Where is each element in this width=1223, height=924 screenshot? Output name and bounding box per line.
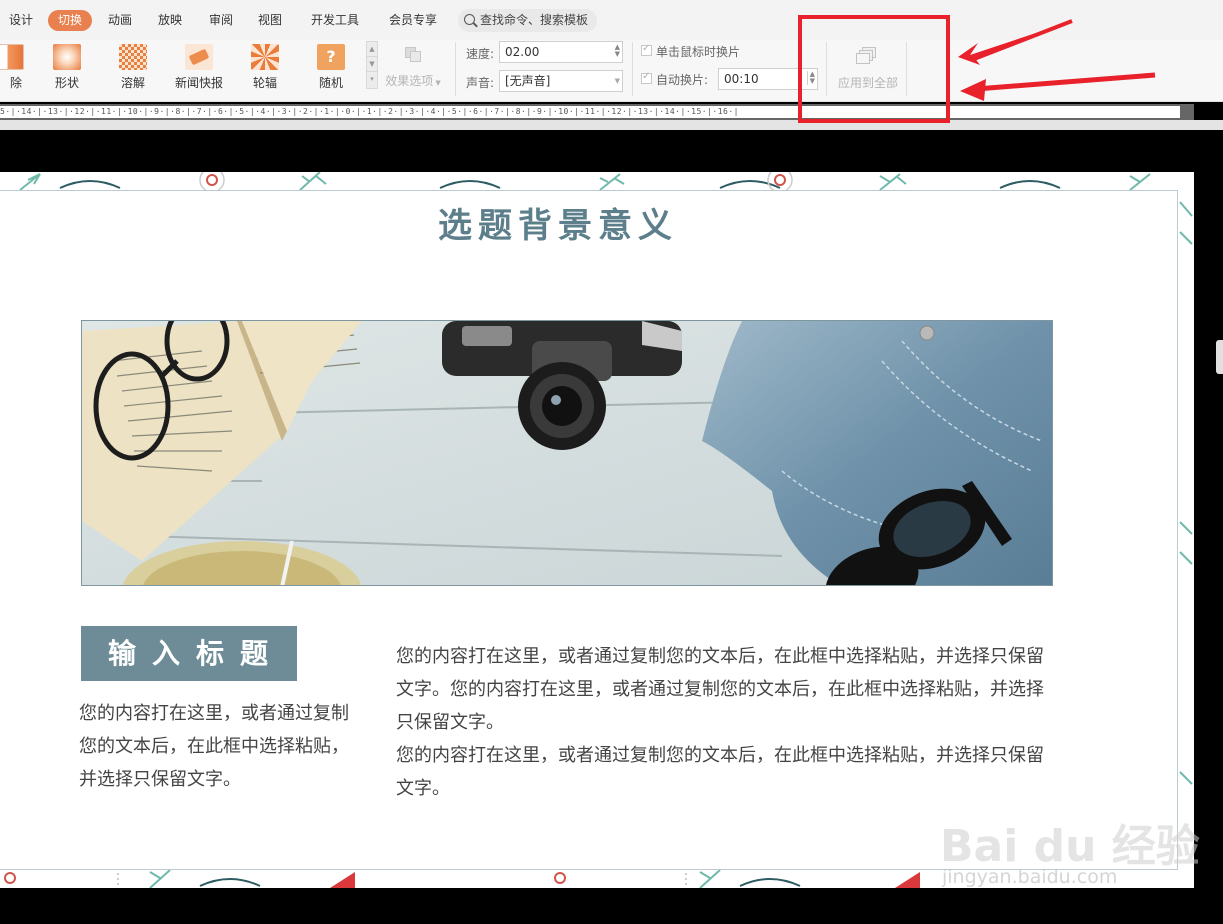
tab-member[interactable]: 会员专享 <box>389 10 437 31</box>
spinner-icon[interactable]: ▲ ▼ <box>615 44 620 58</box>
sound-select[interactable]: [无声音] ▼ <box>499 70 623 92</box>
speed-label: 速度: <box>466 47 495 61</box>
effect-newsflash[interactable]: 新闻快报 <box>169 44 229 96</box>
scroll-down-icon[interactable]: ▼ <box>367 57 377 72</box>
effect-random[interactable]: ? 随机 <box>301 44 361 96</box>
slide-title[interactable]: 选题背景意义 <box>0 198 1116 247</box>
tab-developer[interactable]: 开发工具 <box>311 10 359 31</box>
divider <box>455 42 456 96</box>
side-panel-toggle[interactable] <box>1216 340 1223 374</box>
effect-label: 随机 <box>318 76 343 90</box>
ruler-labels: 5·|·14·|·13·|·12·|·11·|·10·|·9·|·8·|·7·|… <box>0 107 739 116</box>
speed-input[interactable]: 02.00 ▲ ▼ <box>499 41 623 63</box>
tab-transitions[interactable]: 切换 <box>48 10 93 31</box>
effects-gallery-scroll[interactable]: ▲ ▼ ▾ <box>366 41 378 89</box>
tab-design[interactable]: 设计 <box>9 10 33 31</box>
left-body-text[interactable]: 您的内容打在这里，或者通过复制您的文本后，在此框中选择粘贴，并选择只保留文字。 <box>79 697 351 796</box>
canvas-margin <box>0 120 1223 130</box>
watermark-brand: Bai du 经验 <box>940 821 1200 872</box>
command-search-box[interactable]: 查找命令、搜索模板 <box>458 9 597 32</box>
sound-label: 声音: <box>466 76 495 90</box>
auto-advance-checkbox[interactable] <box>641 71 652 84</box>
on-click-label: 单击鼠标时换片 <box>656 45 741 59</box>
highlight-box <box>798 15 950 123</box>
auto-advance-value: 00:10 <box>724 72 759 86</box>
speed-value: 02.00 <box>505 45 540 59</box>
tab-animation[interactable]: 动画 <box>108 10 132 31</box>
sound-value: [无声音] <box>505 74 551 88</box>
effect-wheel[interactable]: 轮辐 <box>235 44 295 96</box>
tab-slideshow[interactable]: 放映 <box>158 10 182 31</box>
dissolve-effect-icon <box>119 44 147 70</box>
right-panel <box>1194 130 1223 890</box>
watermark-url: jingyan.baidu.com <box>942 866 1118 888</box>
tab-review[interactable]: 审阅 <box>209 10 233 31</box>
effect-label: 形状 <box>54 76 79 90</box>
leaf-border-right <box>1179 201 1193 785</box>
search-label: 查找命令、搜索模板 <box>480 13 589 27</box>
gallery-expand-icon[interactable]: ▾ <box>367 72 377 87</box>
effect-options-icon <box>403 44 423 64</box>
subtitle-box[interactable]: 输入标题 <box>81 626 297 681</box>
baidu-watermark: Bai du 经验 jingyan.baidu.com <box>940 790 1200 890</box>
dropdown-arrow-icon: ▼ <box>433 79 441 87</box>
effect-erase[interactable]: 除 <box>0 44 34 96</box>
auto-advance-label: 自动换片: <box>656 73 709 87</box>
wheel-effect-icon <box>251 44 279 70</box>
erase-effect-icon <box>0 44 24 70</box>
slide-canvas[interactable]: 选题背景意义 输入标题 您的内容打在这里，或者通过复制您的文本后，在此框中选择粘… <box>0 172 1194 888</box>
effect-dissolve[interactable]: 溶解 <box>103 44 163 96</box>
scroll-up-icon[interactable]: ▲ <box>367 42 377 57</box>
effect-label: 轮辐 <box>252 76 277 90</box>
divider <box>632 42 633 96</box>
annotation-arrows <box>958 19 1156 101</box>
effect-label: 除 <box>9 76 22 90</box>
leaf-border-top <box>19 172 1151 192</box>
search-icon <box>464 14 475 25</box>
random-effect-icon: ? <box>317 44 345 70</box>
newsflash-effect-icon <box>185 44 213 70</box>
banner-photo[interactable] <box>81 320 1053 586</box>
tab-view[interactable]: 视图 <box>258 10 282 31</box>
dropdown-arrow-icon: ▼ <box>614 77 620 85</box>
effect-shape[interactable]: 形状 <box>37 44 97 96</box>
effect-options-label: 效果选项 <box>385 74 434 88</box>
right-paragraph-1: 您的内容打在这里，或者通过复制您的文本后，在此框中选择粘贴，并选择只保留文字。您… <box>396 646 1044 733</box>
effect-label: 新闻快报 <box>174 76 223 90</box>
right-body-text[interactable]: 您的内容打在这里，或者通过复制您的文本后，在此框中选择粘贴，并选择只保留文字。您… <box>396 640 1056 805</box>
effect-label: 溶解 <box>120 76 145 90</box>
on-click-checkbox[interactable] <box>641 43 652 56</box>
shape-effect-icon <box>53 44 81 70</box>
effect-options-button[interactable]: 效果选项 ▼ <box>382 42 444 94</box>
